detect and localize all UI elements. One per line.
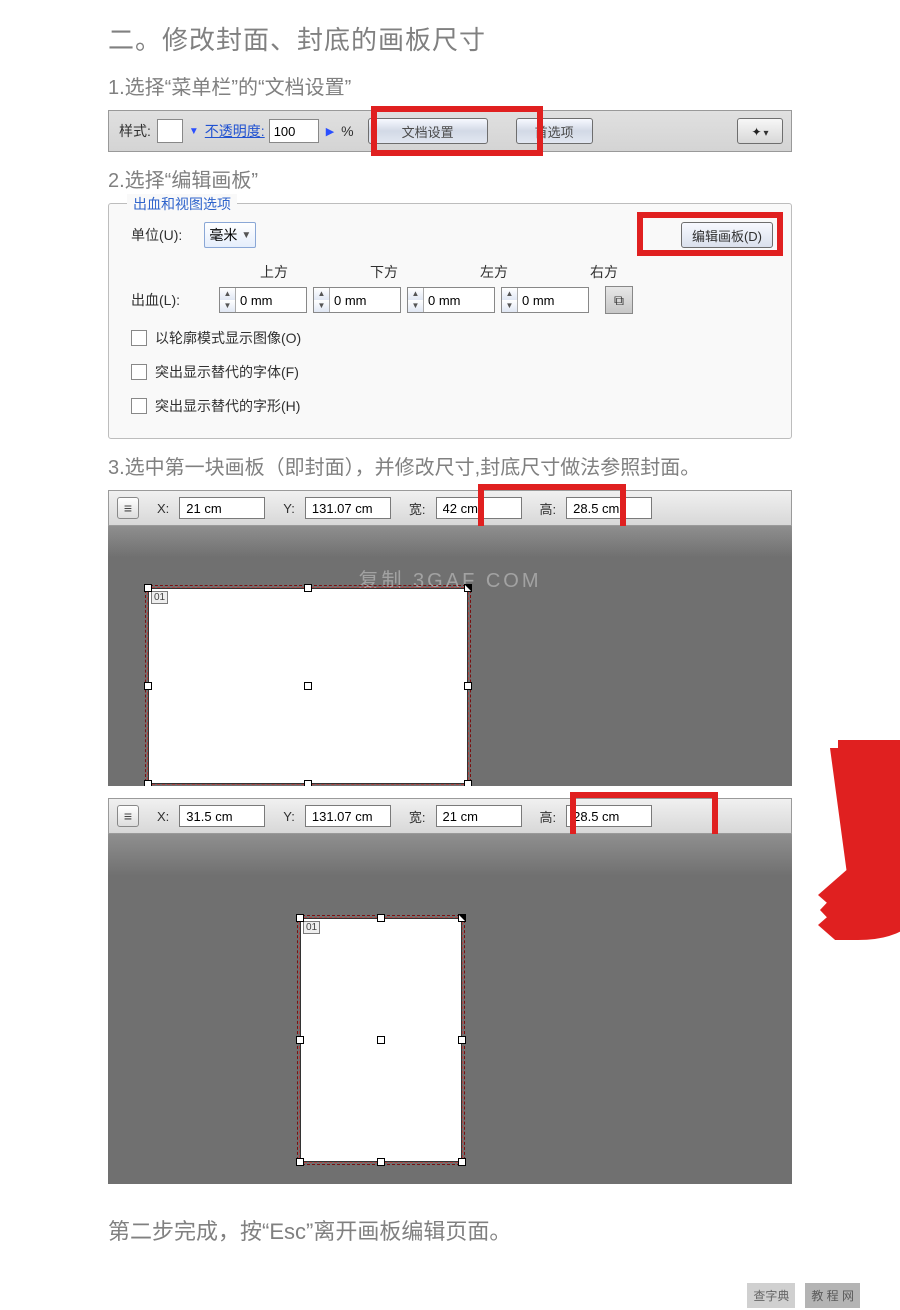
y-label: Y:: [273, 501, 297, 516]
height-input[interactable]: [566, 805, 652, 827]
y-input[interactable]: [305, 805, 391, 827]
x-input[interactable]: [179, 497, 265, 519]
canvas-area-1[interactable]: 复制 3GAF COM 01: [108, 526, 792, 786]
dir-top: 上方: [219, 262, 329, 282]
highlight-glyphs-checkbox[interactable]: 突出显示替代的字形(H): [131, 396, 769, 416]
step1-heading: 1.选择“菜单栏”的“文档设置”: [108, 71, 792, 100]
canvas-area-2[interactable]: 01: [108, 834, 792, 1184]
artboard-options-bar-2: X: Y: 宽: 高:: [108, 798, 792, 834]
dir-right: 右方: [549, 262, 659, 282]
height-input[interactable]: [566, 497, 652, 519]
height-label: 高:: [530, 807, 559, 826]
unit-label: 单位(U):: [131, 225, 182, 245]
wand-tool-button[interactable]: [737, 118, 783, 144]
chevron-down-icon: ▼: [241, 230, 251, 241]
unit-select[interactable]: 毫米 ▼: [204, 222, 256, 248]
style-swatch[interactable]: [157, 119, 183, 143]
panel-title: 出血和视图选项: [127, 194, 237, 214]
bleed-label: 出血(L):: [131, 290, 213, 310]
height-label: 高:: [530, 499, 559, 518]
opacity-label[interactable]: 不透明度:: [205, 121, 265, 141]
options-toolbar: 样式: ▼ 不透明度: ▶ % 文档设置 首选项: [108, 110, 792, 152]
footnote: 第二步完成，按“Esc”离开画板编辑页面。: [108, 1214, 792, 1246]
artboard-options-bar-1: X: Y: 宽: 高:: [108, 490, 792, 526]
chevron-down-icon: [764, 123, 769, 139]
unit-value: 毫米: [209, 225, 237, 245]
checkbox-icon: [131, 398, 147, 414]
link-values-icon[interactable]: [605, 286, 633, 314]
panel-menu-icon[interactable]: [117, 805, 139, 827]
wand-icon: [751, 123, 761, 139]
artboard-number: 01: [151, 591, 168, 604]
checkbox-icon: [131, 364, 147, 380]
bleed-bottom-input[interactable]: ▲▼: [313, 287, 401, 313]
main-heading: 二。修改封面、封底的画板尺寸: [108, 20, 792, 57]
x-input[interactable]: [179, 805, 265, 827]
width-label: 宽:: [399, 499, 428, 518]
checkbox-icon: [131, 330, 147, 346]
edit-artboards-button[interactable]: 编辑画板(D): [681, 222, 773, 248]
dir-bottom: 下方: [329, 262, 439, 282]
artboard-2[interactable]: 01: [300, 918, 462, 1162]
bleed-top-input[interactable]: ▲▼: [219, 287, 307, 313]
width-label: 宽:: [399, 807, 428, 826]
y-input[interactable]: [305, 497, 391, 519]
highlight-fonts-checkbox[interactable]: 突出显示替代的字体(F): [131, 362, 769, 382]
width-input[interactable]: [436, 497, 522, 519]
step2-heading: 2.选择“编辑画板”: [108, 164, 792, 193]
footer-bar: 查字典 教 程 网: [0, 1280, 900, 1310]
site-tag-2: 教 程 网: [805, 1283, 860, 1308]
panel-menu-icon[interactable]: [117, 497, 139, 519]
artboard-number: 01: [303, 921, 320, 934]
x-label: X:: [147, 809, 171, 824]
percent-label: %: [341, 123, 353, 139]
dir-left: 左方: [439, 262, 549, 282]
bleed-view-panel: 出血和视图选项 单位(U): 毫米 ▼ 编辑画板(D) 上方 下方 左方 右方 …: [108, 203, 792, 439]
outline-images-checkbox[interactable]: 以轮廓模式显示图像(O): [131, 328, 769, 348]
opacity-input[interactable]: [269, 119, 319, 143]
opacity-popup-icon[interactable]: ▶: [323, 125, 337, 138]
step3-heading: 3.选中第一块画板（即封面），并修改尺寸,封底尺寸做法参照封面。: [108, 451, 792, 480]
style-dropdown-icon[interactable]: ▼: [187, 126, 201, 137]
document-setup-button[interactable]: 文档设置: [368, 118, 488, 144]
red-arrow-indicator: [818, 740, 900, 940]
site-tag-1: 查字典: [747, 1283, 795, 1308]
bleed-left-input[interactable]: ▲▼: [407, 287, 495, 313]
x-label: X:: [147, 501, 171, 516]
artboard-1[interactable]: 01: [148, 588, 468, 784]
width-input[interactable]: [436, 805, 522, 827]
preferences-button[interactable]: 首选项: [516, 118, 593, 144]
style-label: 样式:: [117, 121, 153, 141]
bleed-right-input[interactable]: ▲▼: [501, 287, 589, 313]
y-label: Y:: [273, 809, 297, 824]
